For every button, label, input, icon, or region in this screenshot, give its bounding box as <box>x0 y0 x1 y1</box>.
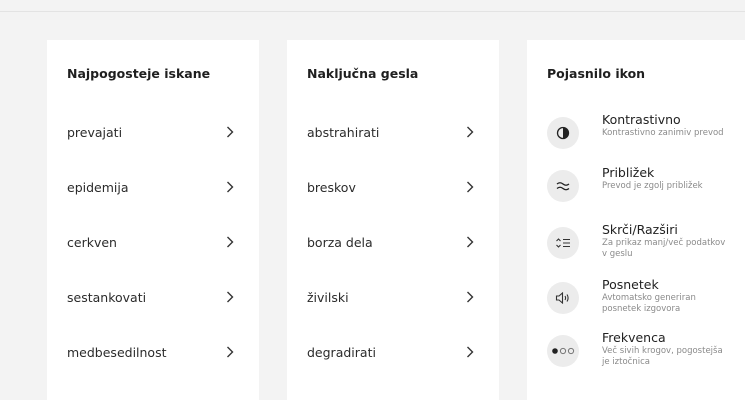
icon-legend-card: Pojasnilo ikon Kontrastivno Kontrastivno… <box>527 40 745 400</box>
random-item[interactable]: breskov <box>307 177 479 197</box>
popular-searches-title: Najpogosteje iskane <box>67 66 211 81</box>
popular-item-label: sestankovati <box>67 289 147 305</box>
speaker-icon <box>547 282 579 314</box>
legend-item-description: Prevod je zgolj približek <box>602 181 703 191</box>
legend-item-name: Približek <box>602 165 655 180</box>
chevron-right-icon <box>463 345 477 359</box>
legend-item-name: Kontrastivno <box>602 112 681 127</box>
legend-item-frequency: Frekvenca Več sivih krogov, pogostejša j… <box>547 330 745 387</box>
random-item[interactable]: živilski <box>307 287 479 307</box>
chevron-right-icon <box>223 345 237 359</box>
legend-item-name: Frekvenca <box>602 330 666 345</box>
chevron-right-icon <box>223 125 237 139</box>
popular-item-label: medbesedilnost <box>67 344 167 360</box>
random-entries-title: Naključna gesla <box>307 66 419 81</box>
legend-item-description: Kontrastivno zanimiv prevod <box>602 128 724 138</box>
legend-item-name: Posnetek <box>602 277 659 292</box>
legend-item-recording: Posnetek Avtomatsko generiran posnetek i… <box>547 277 745 334</box>
random-item[interactable]: borza dela <box>307 232 479 252</box>
chevron-right-icon <box>223 180 237 194</box>
legend-item-description: Avtomatsko generiran posnetek izgovora <box>602 293 696 314</box>
random-item-label: živilski <box>307 289 349 305</box>
chevron-right-icon <box>463 125 477 139</box>
legend-item-description: Za prikaz manj/več podatkov v geslu <box>602 238 726 259</box>
popular-item[interactable]: medbesedilnost <box>67 342 239 362</box>
approx-icon <box>547 170 579 202</box>
random-item-label: breskov <box>307 179 356 195</box>
popular-searches-card: Najpogosteje iskane prevajati epidemija … <box>47 40 259 400</box>
header-divider <box>0 11 745 12</box>
popular-item[interactable]: epidemija <box>67 177 239 197</box>
legend-item-approximation: Približek Prevod je zgolj približek <box>547 165 745 222</box>
legend-item-description: Več sivih krogov, pogostejša je iztočnic… <box>602 346 723 367</box>
popular-item[interactable]: prevajati <box>67 122 239 142</box>
chevron-right-icon <box>463 235 477 249</box>
popular-item[interactable]: cerkven <box>67 232 239 252</box>
chevron-right-icon <box>463 290 477 304</box>
contrast-icon <box>547 117 579 149</box>
random-item[interactable]: degradirati <box>307 342 479 362</box>
chevron-right-icon <box>463 180 477 194</box>
random-entries-card: Naključna gesla abstrahirati breskov bor… <box>287 40 499 400</box>
chevron-right-icon <box>223 235 237 249</box>
legend-item-name: Skrči/Razširi <box>602 222 678 237</box>
chevron-right-icon <box>223 290 237 304</box>
random-item-label: abstrahirati <box>307 124 380 140</box>
legend-item-contrastive: Kontrastivno Kontrastivno zanimiv prevod <box>547 112 745 169</box>
legend-item-collapse-expand: Skrči/Razširi Za prikaz manj/več podatko… <box>547 222 745 279</box>
random-item[interactable]: abstrahirati <box>307 122 479 142</box>
collapse-expand-icon <box>547 227 579 259</box>
popular-item-label: cerkven <box>67 234 117 250</box>
popular-item-label: prevajati <box>67 124 123 140</box>
frequency-icon <box>547 335 579 367</box>
random-item-label: borza dela <box>307 234 373 250</box>
popular-item[interactable]: sestankovati <box>67 287 239 307</box>
random-item-label: degradirati <box>307 344 376 360</box>
icon-legend-title: Pojasnilo ikon <box>547 66 646 81</box>
popular-item-label: epidemija <box>67 179 129 195</box>
